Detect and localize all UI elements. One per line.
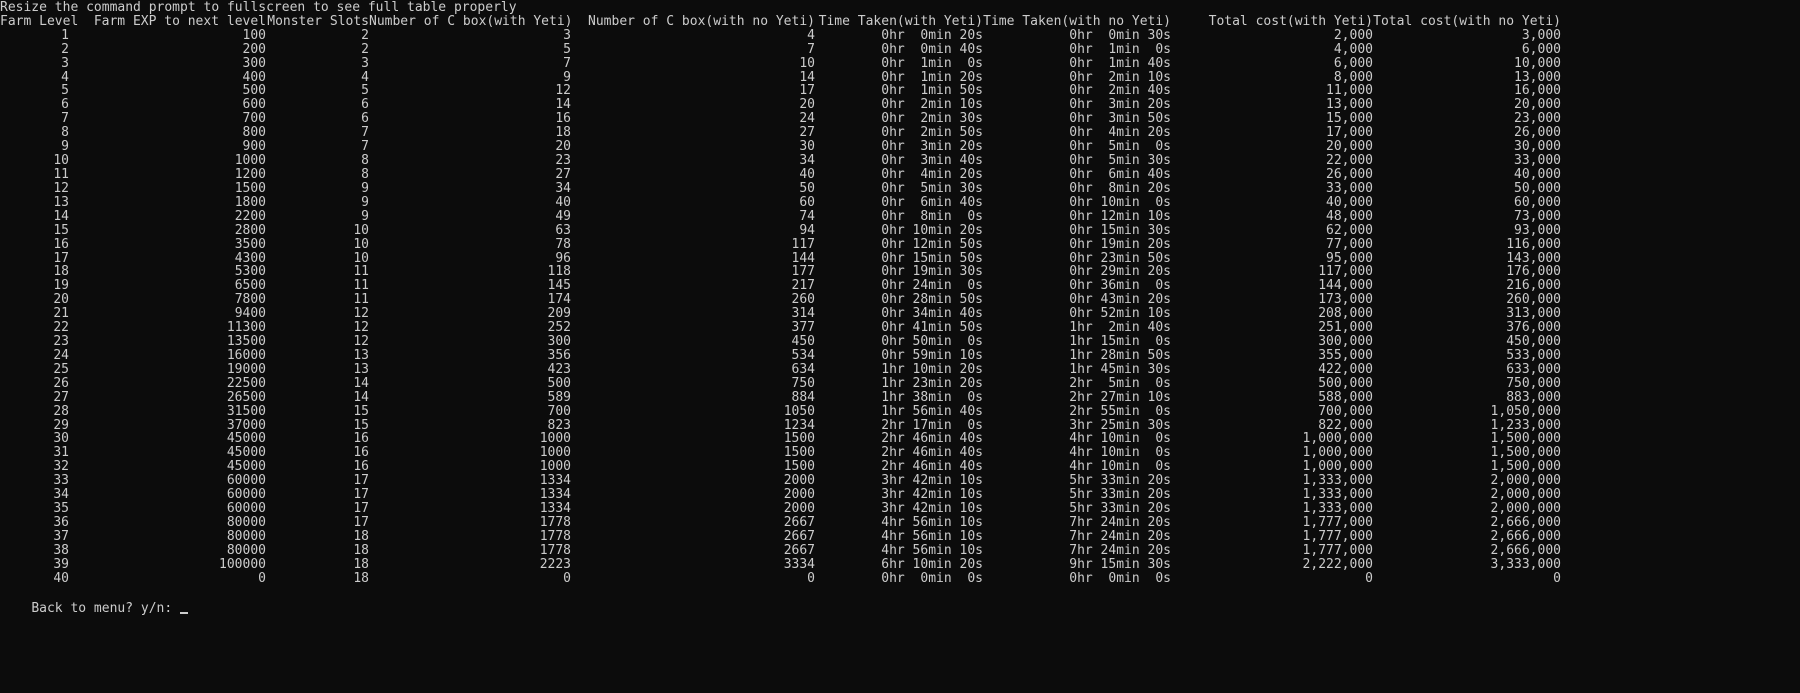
cell-cost-yeti: 0	[1365, 570, 1373, 586]
menu-prompt[interactable]: Back to menu? y/n:	[0, 585, 189, 616]
cell-cost-no-yeti: 0	[1553, 570, 1561, 586]
prompt-text: Back to menu? y/n:	[31, 600, 173, 616]
terminal-window: Resize the command prompt to fullscreen …	[0, 0, 1800, 693]
cell-time-yeti: 0hr 0min 0s	[881, 570, 983, 586]
cell-cbox-no-yeti: 0	[807, 570, 815, 586]
cell-cbox-yeti: 0	[563, 570, 571, 586]
cell-time-no-yeti: 0hr 0min 0s	[1069, 570, 1171, 586]
cell-monster-slots: 18	[353, 570, 369, 586]
table-row: 40 0 18 0 0 0hr 0min 0s 0hr 0min 0s 0 0	[0, 571, 1800, 587]
text-cursor	[180, 611, 189, 614]
